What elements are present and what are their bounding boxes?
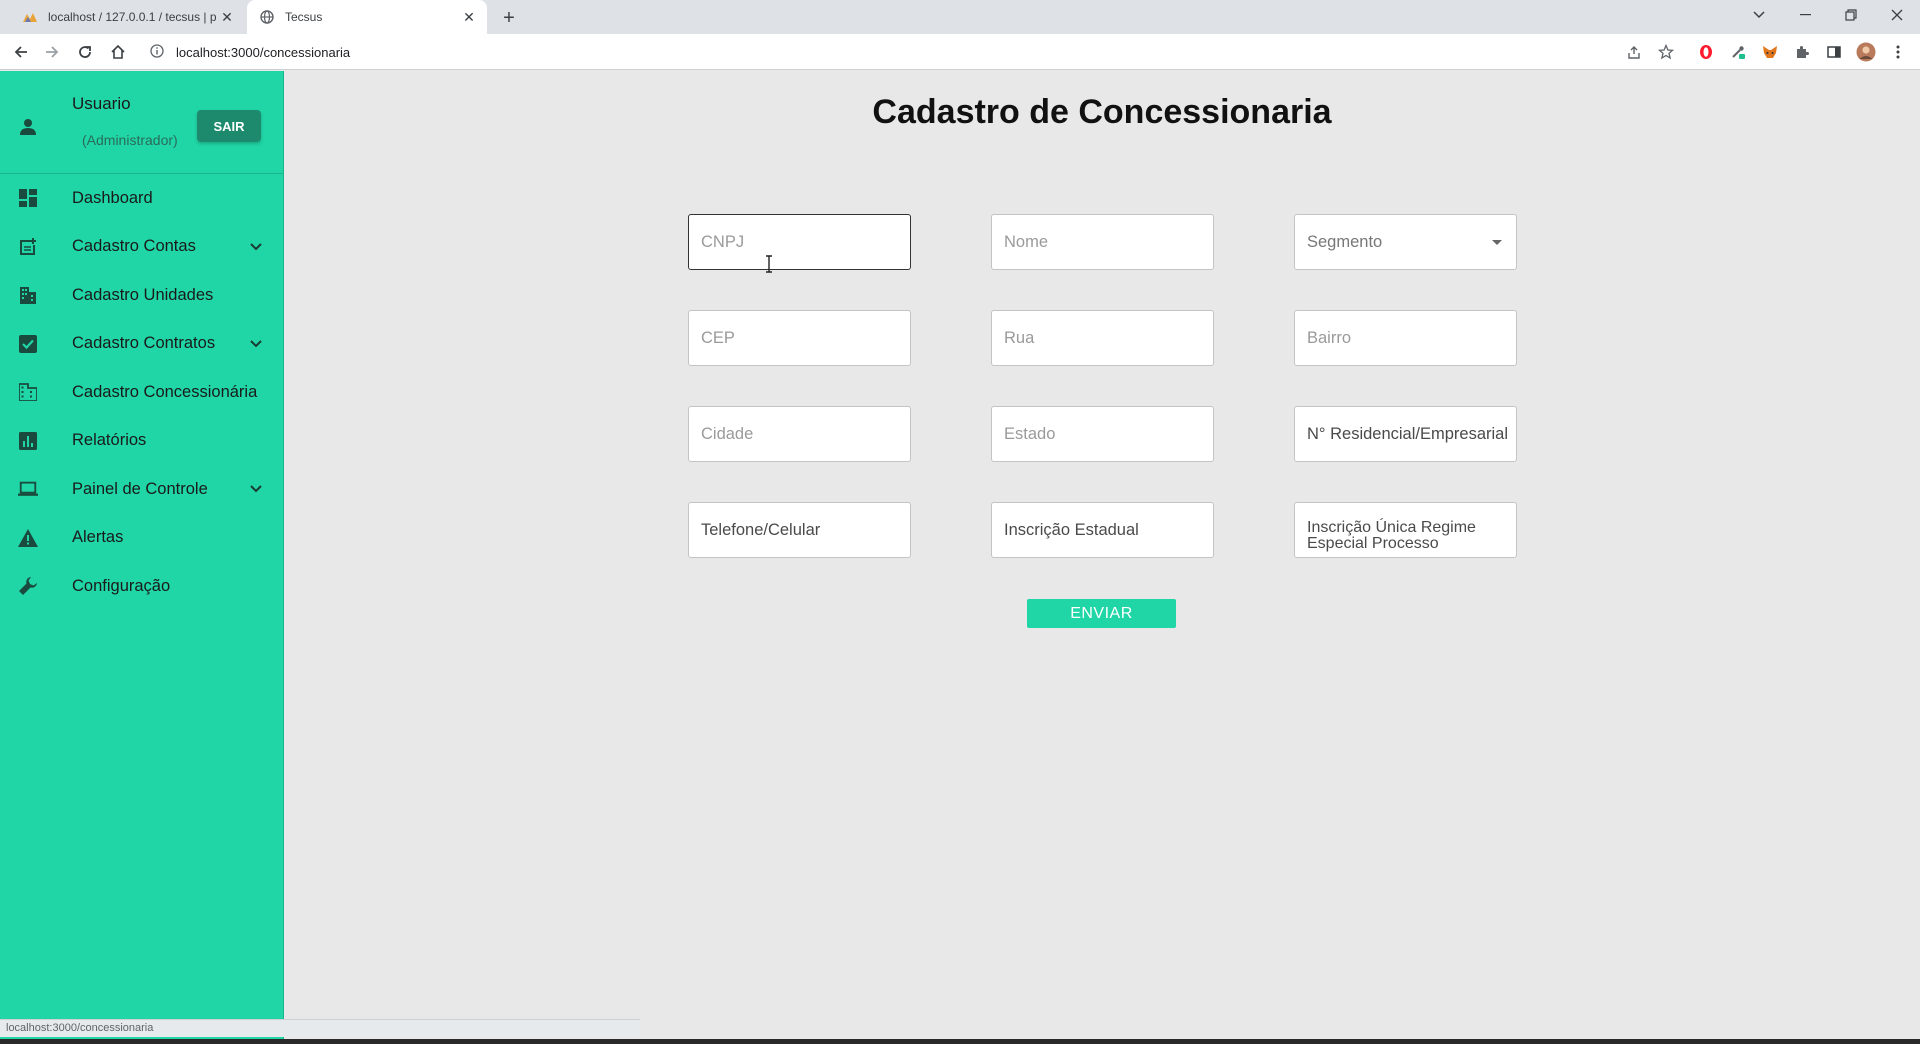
profile-avatar-icon[interactable] — [1856, 42, 1876, 62]
sidebar-item-alertas[interactable]: Alertas — [0, 514, 284, 563]
window-bottom-edge — [0, 1039, 1920, 1044]
person-icon — [18, 117, 38, 137]
reload-icon[interactable] — [71, 38, 99, 66]
back-arrow-icon[interactable] — [7, 38, 35, 66]
bar-chart-icon — [18, 431, 38, 451]
sidebar-item-label: Cadastro Contas — [72, 237, 196, 256]
checkbox-icon — [18, 334, 38, 354]
browser-toolbar: localhost:3000/concessionaria — [0, 34, 1920, 70]
address-bar[interactable]: localhost:3000/concessionaria — [140, 38, 1660, 66]
dropdown-arrow-icon — [1492, 240, 1502, 245]
post-add-icon — [18, 237, 38, 257]
menu-kebab-icon[interactable] — [1888, 42, 1908, 62]
close-window-icon[interactable] — [1874, 0, 1920, 30]
globe-icon — [259, 9, 275, 25]
home-icon[interactable] — [104, 38, 132, 66]
estado-field[interactable] — [991, 406, 1214, 462]
browser-tab-bar: localhost / 127.0.0.1 / tecsus | ph ✕ Te… — [0, 0, 1920, 34]
nome-field[interactable] — [991, 214, 1214, 270]
chevron-down-icon[interactable] — [246, 237, 266, 257]
sidebar-item-cadastro-contratos[interactable]: Cadastro Contratos — [0, 320, 284, 369]
star-icon[interactable] — [1656, 42, 1676, 62]
sidebar-item-label: Cadastro Contratos — [72, 334, 216, 353]
inscricao-unica-field[interactable] — [1294, 502, 1517, 558]
tab-search-icon[interactable] — [1736, 0, 1782, 30]
logout-button[interactable]: SAIR — [197, 110, 261, 142]
inscricao-estadual-field[interactable] — [991, 502, 1214, 558]
sidebar-item-label: Cadastro Unidades — [72, 285, 214, 304]
new-tab-icon[interactable]: + — [496, 5, 522, 31]
site-info-icon[interactable] — [150, 44, 166, 60]
bairro-field[interactable] — [1294, 310, 1517, 366]
rua-field[interactable] — [991, 310, 1214, 366]
cnpj-field[interactable] — [688, 214, 911, 270]
user-name: Usuario — [72, 94, 131, 113]
numero-field[interactable] — [1294, 406, 1517, 462]
telefone-field[interactable] — [688, 502, 911, 558]
wrench-icon — [18, 576, 38, 596]
restore-icon[interactable] — [1828, 0, 1874, 30]
segmento-placeholder: Segmento — [1307, 232, 1383, 251]
sidebar-item-dashboard[interactable]: Dashboard — [0, 174, 284, 223]
sidebar-menu: Dashboard Cadastro Contas Cadastro Unida… — [0, 174, 284, 611]
laptop-icon — [18, 479, 38, 499]
text-cursor-icon — [764, 255, 774, 273]
opera-extension-icon[interactable] — [1696, 42, 1716, 62]
side-panel-icon[interactable] — [1824, 42, 1844, 62]
sidebar-item-painel-de-controle[interactable]: Painel de Controle — [0, 465, 284, 514]
sidebar: Usuario (Administrador) SAIR Dashboard C… — [0, 71, 284, 1044]
sidebar-item-cadastro-contas[interactable]: Cadastro Contas — [0, 223, 284, 272]
eyedropper-extension-icon[interactable] — [1728, 42, 1748, 62]
cep-field[interactable] — [688, 310, 911, 366]
business-icon — [18, 382, 38, 402]
browser-tab-phpmyadmin[interactable]: localhost / 127.0.0.1 / tecsus | ph ✕ — [10, 0, 245, 34]
sidebar-item-relatorios[interactable]: Relatórios — [0, 417, 284, 466]
metamask-extension-icon[interactable] — [1760, 42, 1780, 62]
sidebar-item-label: Alertas — [72, 528, 124, 547]
sidebar-item-cadastro-unidades[interactable]: Cadastro Unidades — [0, 271, 284, 320]
page-title: Cadastro de Concessionaria — [872, 93, 1332, 131]
phpmyadmin-icon — [22, 9, 38, 25]
tab-title: localhost / 127.0.0.1 / tecsus | ph — [48, 10, 217, 24]
sidebar-item-label: Painel de Controle — [72, 479, 208, 498]
status-bar-url: localhost:3000/concessionaria — [0, 1019, 640, 1037]
share-icon[interactable] — [1624, 42, 1644, 62]
sidebar-item-label: Cadastro Concessionária — [72, 382, 258, 401]
url-text: localhost:3000/concessionaria — [176, 44, 351, 60]
user-role: (Administrador) — [82, 132, 178, 148]
warning-icon — [18, 528, 38, 548]
dashboard-icon — [18, 188, 38, 208]
sidebar-item-label: Configuração — [72, 576, 171, 595]
puzzle-extensions-icon[interactable] — [1792, 42, 1812, 62]
user-panel: Usuario (Administrador) SAIR — [0, 71, 284, 174]
minimize-icon[interactable] — [1782, 0, 1828, 30]
chevron-down-icon[interactable] — [246, 479, 266, 499]
sidebar-item-label: Dashboard — [72, 188, 153, 207]
close-icon[interactable]: ✕ — [217, 7, 237, 27]
sidebar-item-label: Relatórios — [72, 431, 147, 450]
enviar-button[interactable]: ENVIAR — [1027, 599, 1176, 628]
close-icon[interactable]: ✕ — [459, 7, 479, 27]
tab-title: Tecsus — [285, 10, 323, 24]
browser-tab-tecsus[interactable]: Tecsus ✕ — [247, 0, 487, 34]
sidebar-item-cadastro-concessionaria[interactable]: Cadastro Concessionária — [0, 368, 284, 417]
forward-arrow-icon[interactable] — [38, 38, 66, 66]
buildings-icon — [18, 285, 38, 305]
chevron-down-icon[interactable] — [246, 334, 266, 354]
segmento-select[interactable]: Segmento — [1294, 214, 1517, 270]
cidade-field[interactable] — [688, 406, 911, 462]
sidebar-item-configuracao[interactable]: Configuração — [0, 562, 284, 611]
